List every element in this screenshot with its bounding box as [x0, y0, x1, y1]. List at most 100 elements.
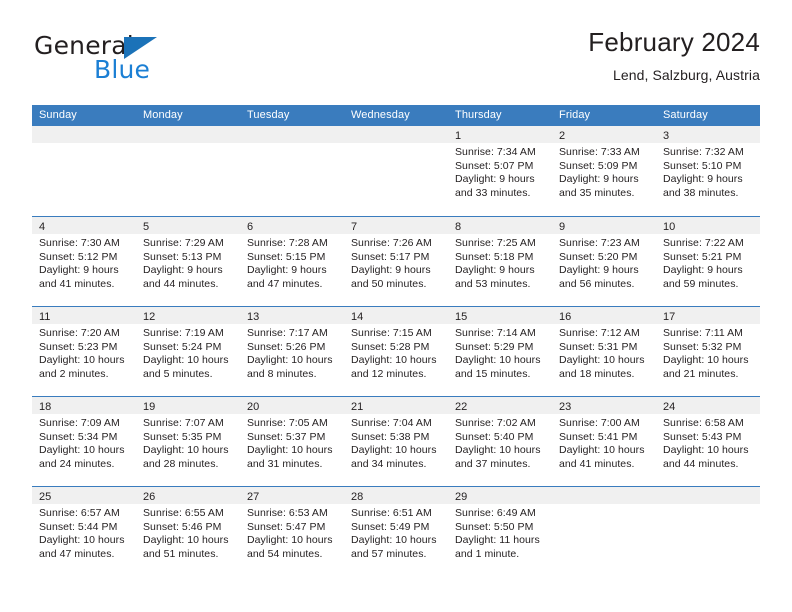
- day-number: 6: [247, 221, 254, 233]
- day-number: 1: [455, 130, 462, 142]
- day-detail-line: Sunset: 5:35 PM: [143, 430, 222, 443]
- day-detail-line: and 57 minutes.: [351, 547, 427, 560]
- day-detail-line: Daylight: 10 hours: [663, 354, 749, 366]
- day-number: 17: [663, 311, 676, 323]
- day-detail-line: Daylight: 10 hours: [455, 354, 541, 366]
- calendar-day-cell[interactable]: 18 Sunrise: 7:09 AM Sunset: 5:34 PM Dayligh…: [32, 397, 136, 486]
- day-detail-line: Daylight: 10 hours: [351, 444, 437, 456]
- calendar-day-cell[interactable]: 5 Sunrise: 7:29 AM Sunset: 5:13 PM Daylight…: [136, 217, 240, 306]
- day-detail-line: Sunrise: 6:55 AM: [143, 507, 224, 519]
- calendar-day-cell[interactable]: 25 Sunrise: 6:57 AM Sunset: 5:44 PM Dayligh…: [32, 487, 136, 576]
- calendar-day-cell[interactable]: 14 Sunrise: 7:15 AM Sunset: 5:28 PM Dayligh…: [344, 307, 448, 396]
- day-number-band: 5: [136, 217, 240, 234]
- day-detail-line: Sunset: 5:32 PM: [663, 340, 742, 353]
- day-details: Sunrise: 7:09 AM Sunset: 5:34 PM Daylight:…: [32, 414, 136, 471]
- calendar-day-cell[interactable]: 8 Sunrise: 7:25 AM Sunset: 5:18 PM Daylight…: [448, 217, 552, 306]
- day-number: 26: [143, 491, 156, 503]
- day-detail-line: and 1 minute.: [455, 547, 520, 560]
- day-detail-line: and 50 minutes.: [351, 277, 427, 290]
- day-number-band: 29: [448, 487, 552, 504]
- day-detail-line: Daylight: 9 hours: [663, 264, 743, 276]
- calendar-day-cell[interactable]: 22 Sunrise: 7:02 AM Sunset: 5:40 PM Dayligh…: [448, 397, 552, 486]
- calendar-day-cell[interactable]: 29 Sunrise: 6:49 AM Sunset: 5:50 PM Dayligh…: [448, 487, 552, 576]
- day-detail-line: Sunset: 5:13 PM: [143, 250, 222, 263]
- day-number: 3: [663, 130, 670, 142]
- day-detail-line: Sunrise: 6:57 AM: [39, 507, 120, 519]
- day-details: Sunrise: 7:28 AM Sunset: 5:15 PM Daylight:…: [240, 234, 344, 291]
- calendar-day-cell[interactable]: 21 Sunrise: 7:04 AM Sunset: 5:38 PM Dayligh…: [344, 397, 448, 486]
- day-details: Sunrise: 7:15 AM Sunset: 5:28 PM Daylight:…: [344, 324, 448, 381]
- calendar-day-cell[interactable]: 17 Sunrise: 7:11 AM Sunset: 5:32 PM Dayligh…: [656, 307, 760, 396]
- day-detail-line: Daylight: 10 hours: [247, 354, 333, 366]
- day-detail-line: Sunset: 5:29 PM: [455, 340, 534, 353]
- day-number-band: 16: [552, 307, 656, 324]
- day-detail-line: Daylight: 10 hours: [559, 354, 645, 366]
- day-details: Sunrise: 6:53 AM Sunset: 5:47 PM Daylight:…: [240, 504, 344, 561]
- calendar-day-cell[interactable]: 28 Sunrise: 6:51 AM Sunset: 5:49 PM Dayligh…: [344, 487, 448, 576]
- day-detail-line: and 2 minutes.: [39, 367, 109, 380]
- calendar-day-cell[interactable]: 27 Sunrise: 6:53 AM Sunset: 5:47 PM Dayligh…: [240, 487, 344, 576]
- calendar-day-cell[interactable]: 2 Sunrise: 7:33 AM Sunset: 5:09 PM Daylight…: [552, 126, 656, 216]
- day-number: 8: [455, 221, 462, 233]
- day-details: Sunrise: 6:51 AM Sunset: 5:49 PM Daylight:…: [344, 504, 448, 561]
- calendar-day-cell[interactable]: 7 Sunrise: 7:26 AM Sunset: 5:17 PM Daylight…: [344, 217, 448, 306]
- calendar-day-cell[interactable]: 6 Sunrise: 7:28 AM Sunset: 5:15 PM Daylight…: [240, 217, 344, 306]
- day-detail-line: Sunrise: 7:17 AM: [247, 327, 328, 339]
- calendar-day-cell[interactable]: 9 Sunrise: 7:23 AM Sunset: 5:20 PM Daylight…: [552, 217, 656, 306]
- calendar-day-cell[interactable]: 16 Sunrise: 7:12 AM Sunset: 5:31 PM Dayligh…: [552, 307, 656, 396]
- calendar-day-cell[interactable]: 20 Sunrise: 7:05 AM Sunset: 5:37 PM Dayligh…: [240, 397, 344, 486]
- day-number-band: 6: [240, 217, 344, 234]
- day-detail-line: and 15 minutes.: [455, 367, 531, 380]
- day-number-band: 21: [344, 397, 448, 414]
- day-detail-line: and 5 minutes.: [143, 367, 213, 380]
- day-details: Sunrise: 7:26 AM Sunset: 5:17 PM Daylight:…: [344, 234, 448, 291]
- calendar-day-cell[interactable]: 3 Sunrise: 7:32 AM Sunset: 5:10 PM Daylight…: [656, 126, 760, 216]
- day-detail-line: Sunset: 5:31 PM: [559, 340, 638, 353]
- day-details: [656, 504, 760, 507]
- day-detail-line: and 54 minutes.: [247, 547, 323, 560]
- day-detail-line: and 33 minutes.: [455, 186, 531, 199]
- day-number-band: 12: [136, 307, 240, 324]
- day-detail-line: Sunset: 5:43 PM: [663, 430, 742, 443]
- day-detail-line: Sunrise: 7:23 AM: [559, 237, 640, 249]
- day-number: 18: [39, 401, 52, 413]
- calendar-day-cell-empty: [344, 126, 448, 216]
- calendar-day-cell[interactable]: 19 Sunrise: 7:07 AM Sunset: 5:35 PM Dayligh…: [136, 397, 240, 486]
- calendar-day-cell-empty: [240, 126, 344, 216]
- calendar-day-cell[interactable]: 1 Sunrise: 7:34 AM Sunset: 5:07 PM Daylight…: [448, 126, 552, 216]
- day-number-band: [552, 487, 656, 504]
- day-detail-line: and 37 minutes.: [455, 457, 531, 470]
- day-detail-line: and 12 minutes.: [351, 367, 427, 380]
- day-detail-line: and 18 minutes.: [559, 367, 635, 380]
- page-subtitle: Lend, Salzburg, Austria: [612, 67, 760, 83]
- day-detail-line: and 53 minutes.: [455, 277, 531, 290]
- calendar-day-cell[interactable]: 4 Sunrise: 7:30 AM Sunset: 5:12 PM Daylight…: [32, 217, 136, 306]
- calendar-day-cell[interactable]: 26 Sunrise: 6:55 AM Sunset: 5:46 PM Dayligh…: [136, 487, 240, 576]
- day-number: 14: [351, 311, 364, 323]
- calendar-week-row: 18 Sunrise: 7:09 AM Sunset: 5:34 PM Dayligh…: [32, 396, 760, 486]
- calendar-day-cell[interactable]: 24 Sunrise: 6:58 AM Sunset: 5:43 PM Dayligh…: [656, 397, 760, 486]
- day-detail-line: Sunrise: 7:32 AM: [663, 146, 744, 158]
- day-details: Sunrise: 7:02 AM Sunset: 5:40 PM Daylight:…: [448, 414, 552, 471]
- day-number-band: [240, 126, 344, 143]
- day-detail-line: Daylight: 9 hours: [559, 173, 639, 185]
- calendar-day-cell[interactable]: 11 Sunrise: 7:20 AM Sunset: 5:23 PM Dayligh…: [32, 307, 136, 396]
- day-number-band: 10: [656, 217, 760, 234]
- calendar-day-cell[interactable]: 13 Sunrise: 7:17 AM Sunset: 5:26 PM Dayligh…: [240, 307, 344, 396]
- day-details: Sunrise: 7:34 AM Sunset: 5:07 PM Daylight:…: [448, 143, 552, 200]
- day-number-band: 14: [344, 307, 448, 324]
- day-number: 20: [247, 401, 260, 413]
- calendar-weeks: 1 Sunrise: 7:34 AM Sunset: 5:07 PM Daylight…: [32, 126, 760, 576]
- calendar-day-cell[interactable]: 23 Sunrise: 7:00 AM Sunset: 5:41 PM Dayligh…: [552, 397, 656, 486]
- calendar-day-cell[interactable]: 12 Sunrise: 7:19 AM Sunset: 5:24 PM Dayligh…: [136, 307, 240, 396]
- day-number-band: 28: [344, 487, 448, 504]
- day-detail-line: Sunrise: 7:15 AM: [351, 327, 432, 339]
- day-detail-line: Sunrise: 6:53 AM: [247, 507, 328, 519]
- calendar-day-cell[interactable]: 15 Sunrise: 7:14 AM Sunset: 5:29 PM Dayligh…: [448, 307, 552, 396]
- day-detail-line: Daylight: 10 hours: [143, 444, 229, 456]
- calendar-day-cell[interactable]: 10 Sunrise: 7:22 AM Sunset: 5:21 PM Dayligh…: [656, 217, 760, 306]
- logo-general-blue[interactable]: General Blue: [32, 32, 242, 94]
- day-detail-line: Sunrise: 7:33 AM: [559, 146, 640, 158]
- day-detail-line: Sunset: 5:12 PM: [39, 250, 118, 263]
- day-details: [552, 504, 656, 507]
